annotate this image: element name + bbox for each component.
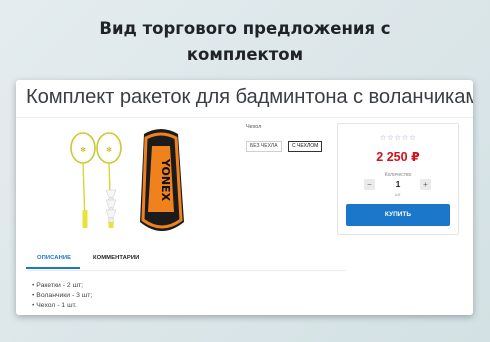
headline-line-1: Вид торгового предложения с [99, 19, 391, 38]
racket-left: ✻ [70, 132, 96, 228]
page-headline: Вид торгового предложения с комплектом [0, 16, 490, 68]
svg-text:✻: ✻ [80, 146, 86, 154]
option-case: Чехол БЕЗ ЧЕХЛА С ЧЕХЛОМ [246, 124, 346, 152]
headline-line-2: комплектом [186, 45, 304, 64]
buy-panel: ☆☆☆☆☆ 2 250 ₽ Количество − 1 + шт КУПИТЬ [337, 123, 459, 235]
option-chip-no-case[interactable]: БЕЗ ЧЕХЛА [246, 140, 282, 152]
product-card: Комплект ракеток для бадминтона с воланч… [16, 80, 473, 315]
list-item: Чехол - 1 шт. [32, 301, 92, 311]
quantity-label: Количество [384, 172, 412, 178]
shuttlecocks [105, 189, 117, 223]
svg-text:YONEX: YONEX [159, 158, 172, 202]
tab-bar: ОПИСАНИЕ КОММЕНТАРИИ [26, 250, 346, 271]
option-chip-with-case[interactable]: С ЧЕХЛОМ [288, 140, 323, 152]
list-item: Ракетки - 2 шт; [32, 281, 92, 291]
quantity-minus-button[interactable]: − [364, 179, 375, 190]
racket-bag: YONEX [140, 129, 184, 231]
quantity-unit: шт [395, 192, 401, 197]
buy-button[interactable]: КУПИТЬ [346, 204, 450, 226]
product-title: Комплект ракеток для бадминтона с воланч… [26, 86, 473, 108]
price: 2 250 ₽ [376, 150, 420, 164]
description-list: Ракетки - 2 шт; Воланчики - 3 шт; Чехол … [32, 281, 92, 310]
option-label: Чехол [246, 124, 262, 130]
list-item: Воланчики - 3 шт; [32, 291, 92, 301]
svg-text:✻: ✻ [106, 146, 112, 154]
rating-stars[interactable]: ☆☆☆☆☆ [338, 133, 458, 142]
quantity-plus-button[interactable]: + [420, 179, 431, 190]
quantity-stepper: − 1 + [364, 179, 434, 192]
active-tab-indicator [26, 267, 80, 269]
product-image[interactable]: ✻ ✻ YONEX [66, 124, 196, 242]
title-divider [16, 117, 473, 118]
quantity-input[interactable]: 1 [380, 179, 416, 190]
tab-comments[interactable]: КОММЕНТАРИИ [93, 255, 139, 261]
tab-description[interactable]: ОПИСАНИЕ [37, 255, 71, 261]
